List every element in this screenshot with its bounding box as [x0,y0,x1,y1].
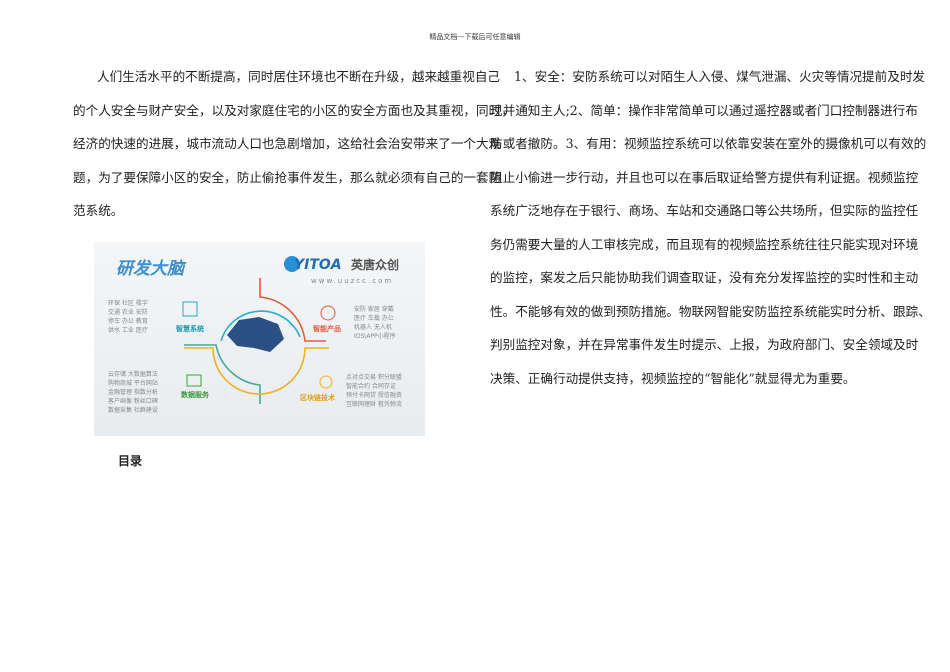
quadrant-label: 区块链技术 [300,393,335,402]
svg-text:安防 家居 穿戴: 安防 家居 穿戴 [354,305,394,313]
text-line: 范系统。 [73,203,124,218]
svg-text:数据采集 社群建设: 数据采集 社群建设 [108,406,158,414]
features-paragraph: 1、安全：安防系统可以对陌生人入侵、煤气泄漏、火灾等情况提前及时发 现并通知主人… [490,60,931,395]
data-icon [186,374,202,387]
text-line: 现并通知主人;2、简单：操作非常简单可以通过遥控器或者门口控制器进行布 [490,102,918,118]
text-line: 防或者撤防。3、有用：视频监控系统可以依靠安装在室外的摄像机可以有效的 [490,136,927,151]
brand-url: www.uuzcc.com [311,277,393,285]
document-page: 精品文档---下载后可任意编辑 人们生活水平的不断提高，同时居住环境也不断在升级… [0,0,950,672]
svg-text:供水 工业 医疗: 供水 工业 医疗 [108,326,148,334]
bitcoin-icon [319,375,333,389]
svg-text:机器人 无人机: 机器人 无人机 [354,323,392,331]
svg-text:互联网理财 租凭物流: 互联网理财 租凭物流 [346,400,402,408]
svg-text:购物商城 平台网站: 购物商城 平台网站 [108,379,158,387]
infographic-title: 研发大脑 [116,259,187,279]
svg-text:客户画像 粉丝口碑: 客户画像 粉丝口碑 [108,397,158,405]
lightbulb-icon [182,301,198,317]
text-line: 经济的快速的进展，城市流动人口也急剧增加，这给社会治安带来了一个大难 [73,136,502,151]
text-line: 题，为了要保障小区的安全，防止偷抢事件发生，那么就必须有自己的一套防 [73,169,502,185]
quadrant-label: 数据服务 [181,390,210,399]
toc-heading: 目录 [118,454,143,468]
brand-name: YITOA [294,257,342,273]
svg-text:医疗 车载 办公: 医疗 车载 办公 [354,314,394,322]
svg-text:交通 农业 安防: 交通 农业 安防 [108,308,148,316]
svg-text:预付卡网贷 授信融资: 预付卡网贷 授信融资 [346,391,402,399]
quadrant-label: 智慧系统 [176,324,204,333]
brain-icon [227,317,284,352]
svg-text:IOS\APP小程序: IOS\APP小程序 [354,332,396,340]
svg-text:云存储 大数据算法: 云存储 大数据算法 [108,370,158,378]
brand-name-cn: 英唐众创 [351,257,399,272]
text-line: 性。不能够有效的做到预防措施。物联网智能安防监控系统能实时分析、跟踪、 [490,303,931,319]
svg-text:停车 办公 教育: 停车 办公 教育 [108,317,148,325]
quadrant-label: 智能产品 [313,324,341,333]
text-line: 1、安全：安防系统可以对陌生人入侵、煤气泄漏、火灾等情况提前及时发 [514,69,926,84]
text-line: 判别监控对象，并在异常事件发生时提示、上报，为政府部门、安全领域及时 [490,337,919,352]
svg-text:环保 社区 楼宇: 环保 社区 楼宇 [108,299,148,307]
cloud-icon [320,305,336,321]
intro-paragraph: 人们生活水平的不断提高，同时居住环境也不断在升级，越来越重视自己 的个人安全与财… [73,60,514,228]
page-header: 精品文档---下载后可任意编辑 [429,33,521,41]
svg-text:点对点交易 积分联盟: 点对点交易 积分联盟 [346,373,402,381]
text-line: 人们生活水平的不断提高，同时居住环境也不断在升级，越来越重视自己 [97,69,500,84]
text-line: 务仍需要大量的人工审核完成，而且现有的视频监控系统往往只能实现对环境 [490,236,919,252]
text-line: 决策、正确行动提供支持，视频监控的“智能化”就显得尤为重要。 [490,370,856,386]
svg-text:智能合约 合同存证: 智能合约 合同存证 [346,382,396,390]
text-line: 系统广泛地存在于银行、商场、车站和交通路口等公共场所，但实际的监控任 [490,203,919,218]
rd-brain-infographic: 研发大脑 YITOA 英唐众创 www.uuzcc.com 环保 社区 楼宇 交通… [94,242,425,436]
text-line: 阻止小偷进一步行动，并且也可以在事后取证给警方提供有利证据。视频监控 [490,169,919,185]
text-line: 的个人安全与财产安全，以及对家庭住宅的小区的安全方面也及其重视，同时， [73,102,514,118]
svg-text:金融管理 指数分析: 金融管理 指数分析 [108,388,158,396]
text-line: 的监控，案发之后只能协助我们调查取证，没有充分发挥监控的实时性和主动 [490,270,919,285]
